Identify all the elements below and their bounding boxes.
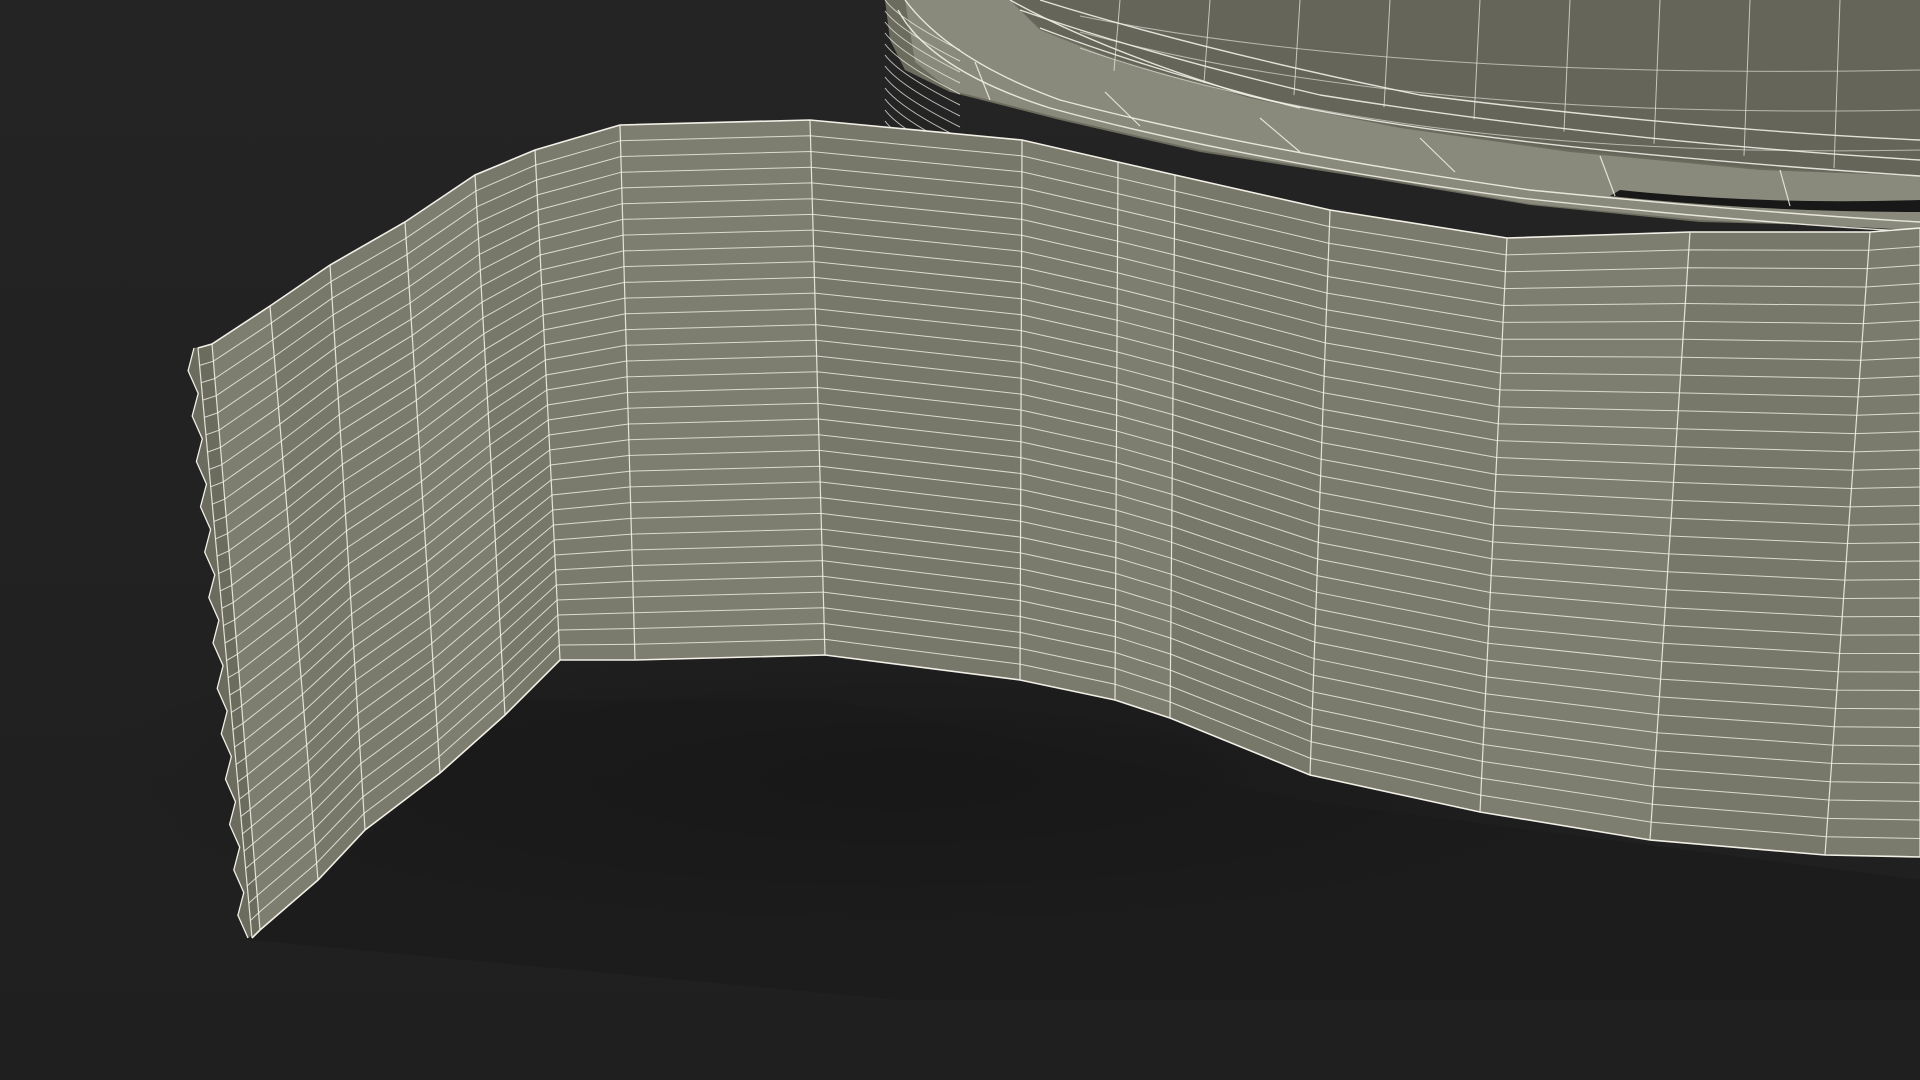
ribbon-strip-9 xyxy=(1020,140,1118,700)
ribbon-strip-8 xyxy=(810,120,1022,680)
wireframe-scene xyxy=(0,0,1920,1080)
ribbon-strip-12 xyxy=(1310,210,1507,812)
ribbon-strip-10 xyxy=(1115,162,1175,718)
render-viewport xyxy=(0,0,1920,1080)
